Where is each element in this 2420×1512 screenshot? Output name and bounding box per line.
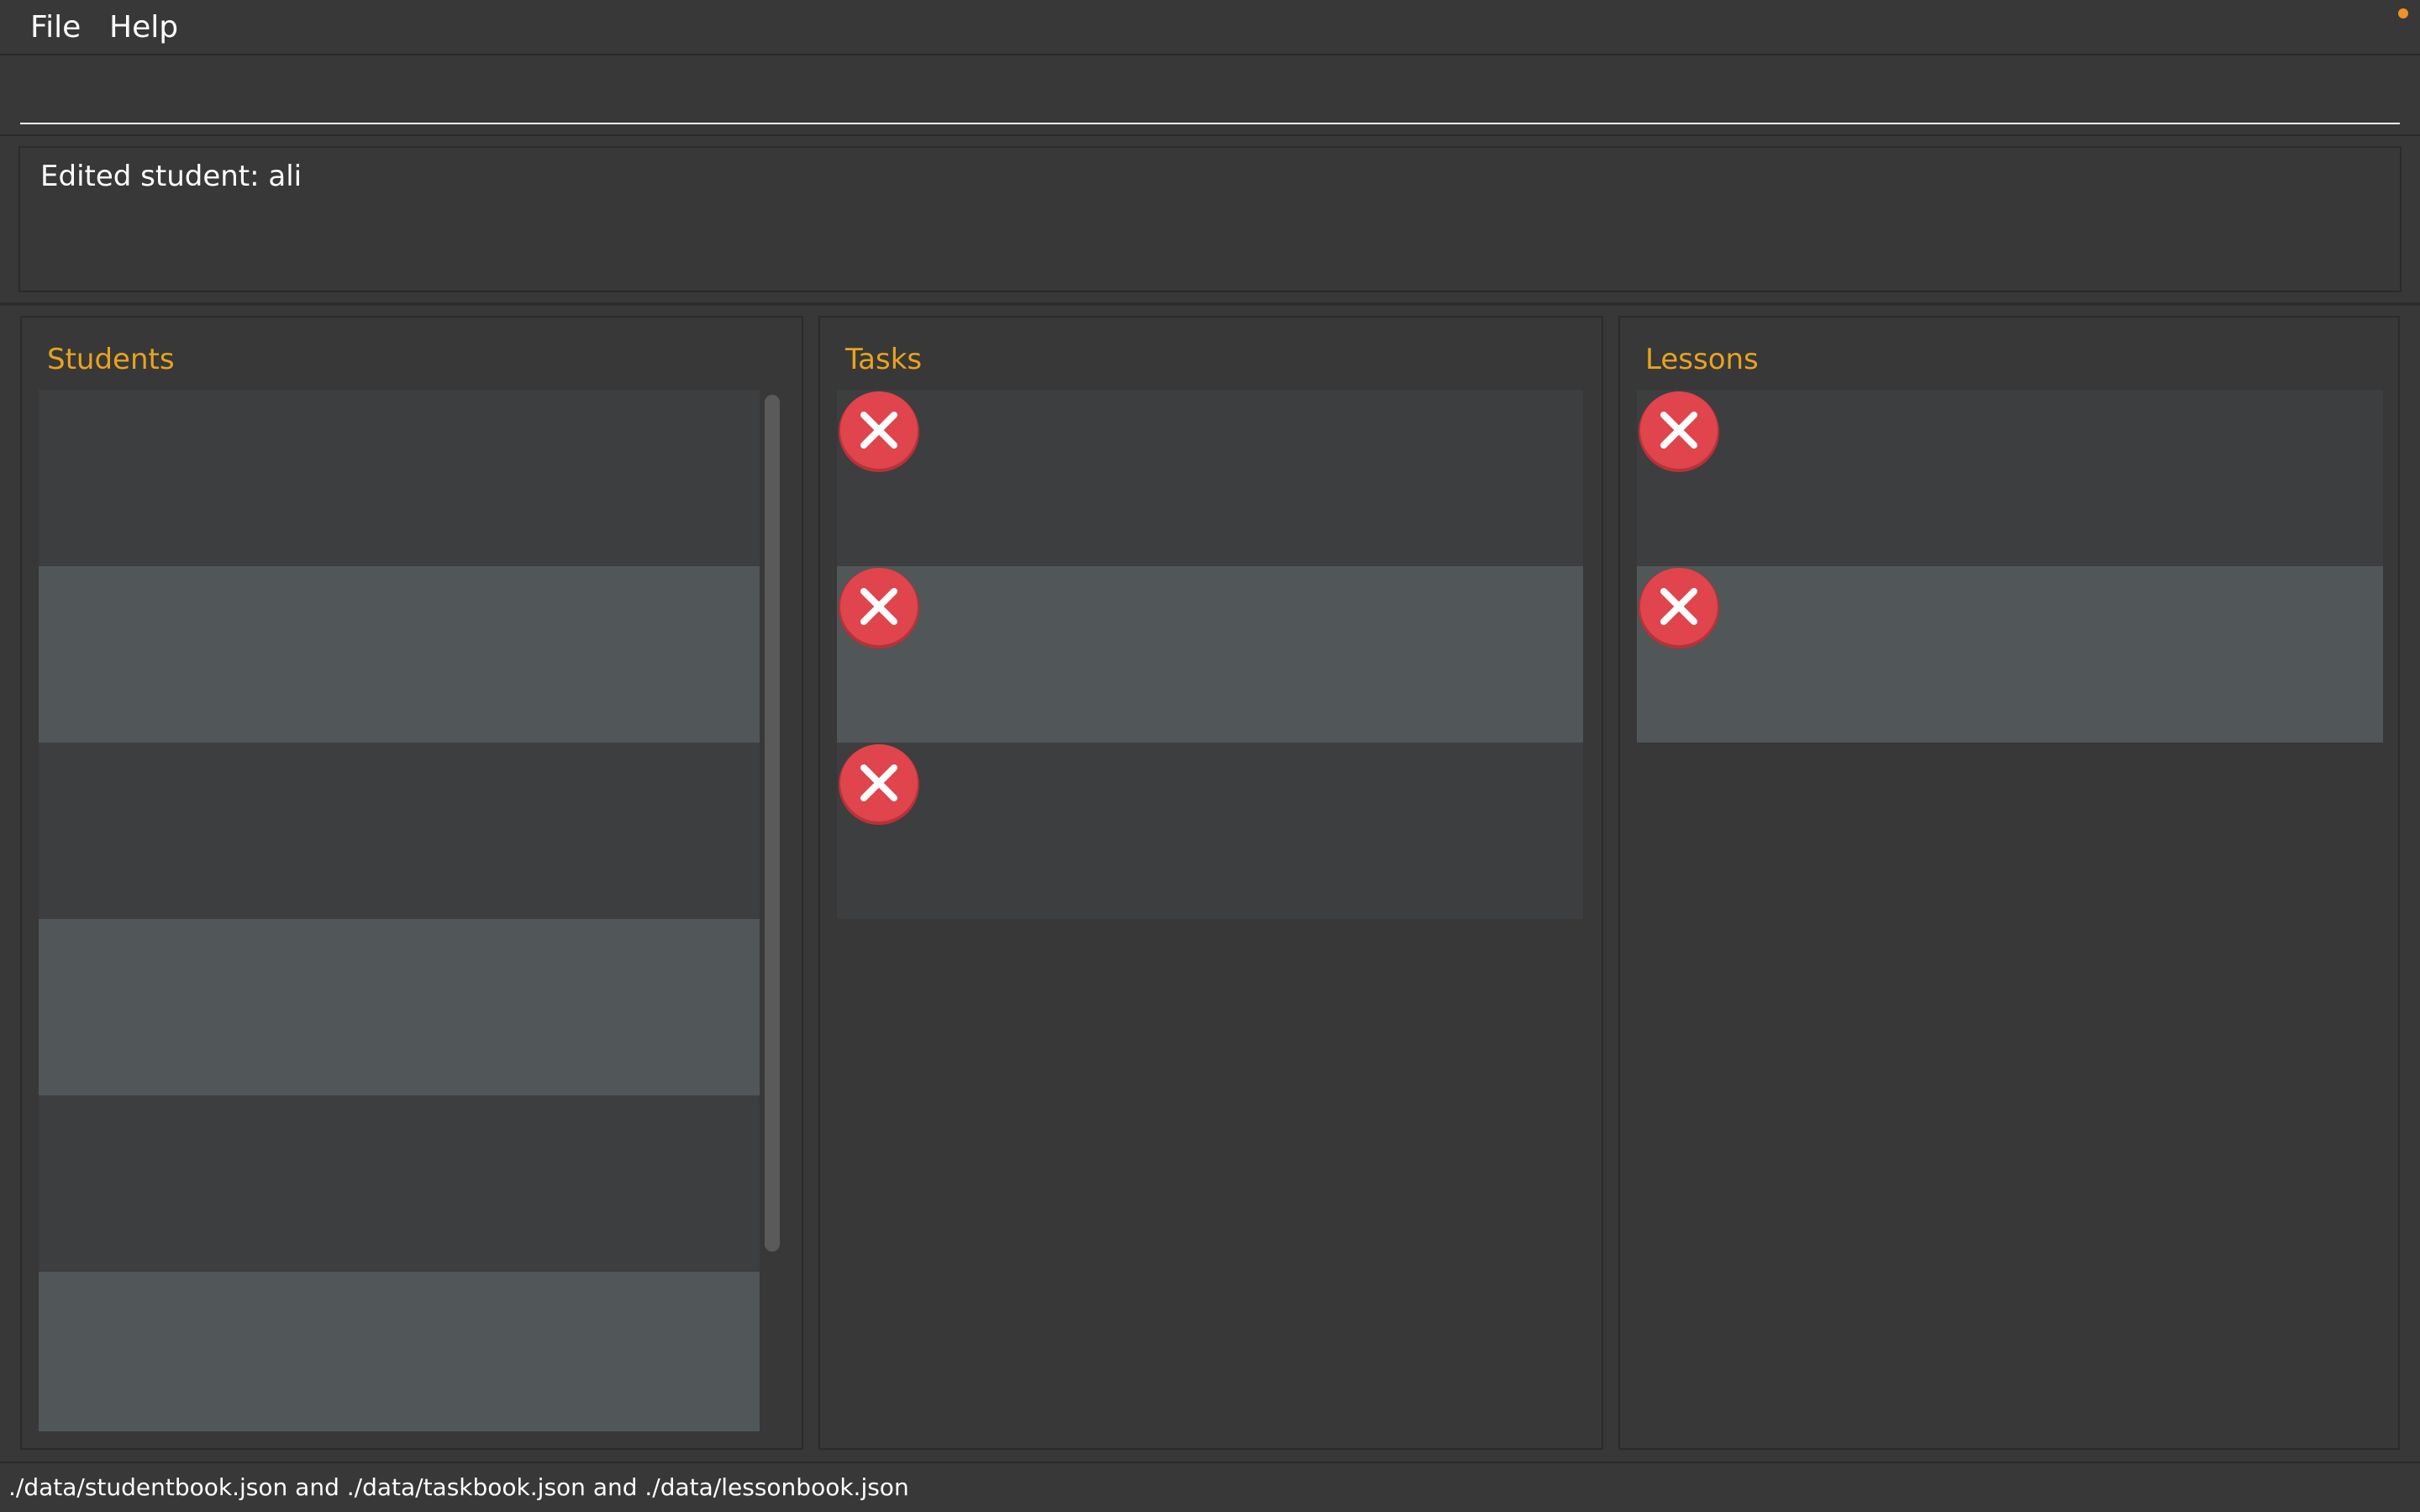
cross-circle-icon: [839, 568, 919, 648]
students-panel: Students: [20, 316, 803, 1450]
divider: [0, 302, 2420, 306]
student-card[interactable]: [39, 919, 760, 1095]
students-list: [39, 390, 760, 1431]
menu-file[interactable]: File: [27, 8, 84, 47]
app-window: File Help Edited student: ali Students T…: [0, 0, 2420, 1512]
student-card[interactable]: [39, 390, 760, 566]
task-card[interactable]: [837, 743, 1583, 919]
task-card[interactable]: [837, 566, 1583, 743]
result-message: Edited student: ali: [40, 160, 302, 193]
lessons-panel: Lessons: [1618, 316, 2400, 1450]
students-scrollbar[interactable]: [765, 395, 780, 1252]
status-file-paths: ./data/studentbook.json and ./data/taskb…: [8, 1473, 909, 1501]
lesson-card[interactable]: [1637, 566, 2383, 743]
menu-help[interactable]: Help: [106, 8, 182, 47]
tasks-panel: Tasks: [818, 316, 1603, 1450]
cross-circle-icon: [839, 391, 919, 472]
student-card[interactable]: [39, 1272, 760, 1431]
tasks-list: [837, 390, 1583, 919]
students-title: Students: [47, 343, 175, 376]
task-card[interactable]: [837, 390, 1583, 566]
lessons-title: Lessons: [1645, 343, 1759, 376]
student-card[interactable]: [39, 743, 760, 919]
command-input[interactable]: [20, 74, 2400, 124]
result-display: Edited student: ali: [18, 146, 2402, 292]
student-card[interactable]: [39, 566, 760, 743]
cross-circle-icon: [1639, 391, 1719, 472]
menu-bar: File Help: [0, 0, 2420, 55]
cross-circle-icon: [1639, 568, 1719, 648]
lessons-list: [1637, 390, 2383, 743]
command-box: [0, 55, 2420, 136]
lesson-card[interactable]: [1637, 390, 2383, 566]
student-card[interactable]: [39, 1095, 760, 1272]
cross-circle-icon: [839, 744, 919, 825]
tasks-title: Tasks: [845, 343, 923, 376]
status-bar: ./data/studentbook.json and ./data/taskb…: [0, 1462, 2420, 1512]
window-indicator-dot: [2398, 8, 2408, 18]
